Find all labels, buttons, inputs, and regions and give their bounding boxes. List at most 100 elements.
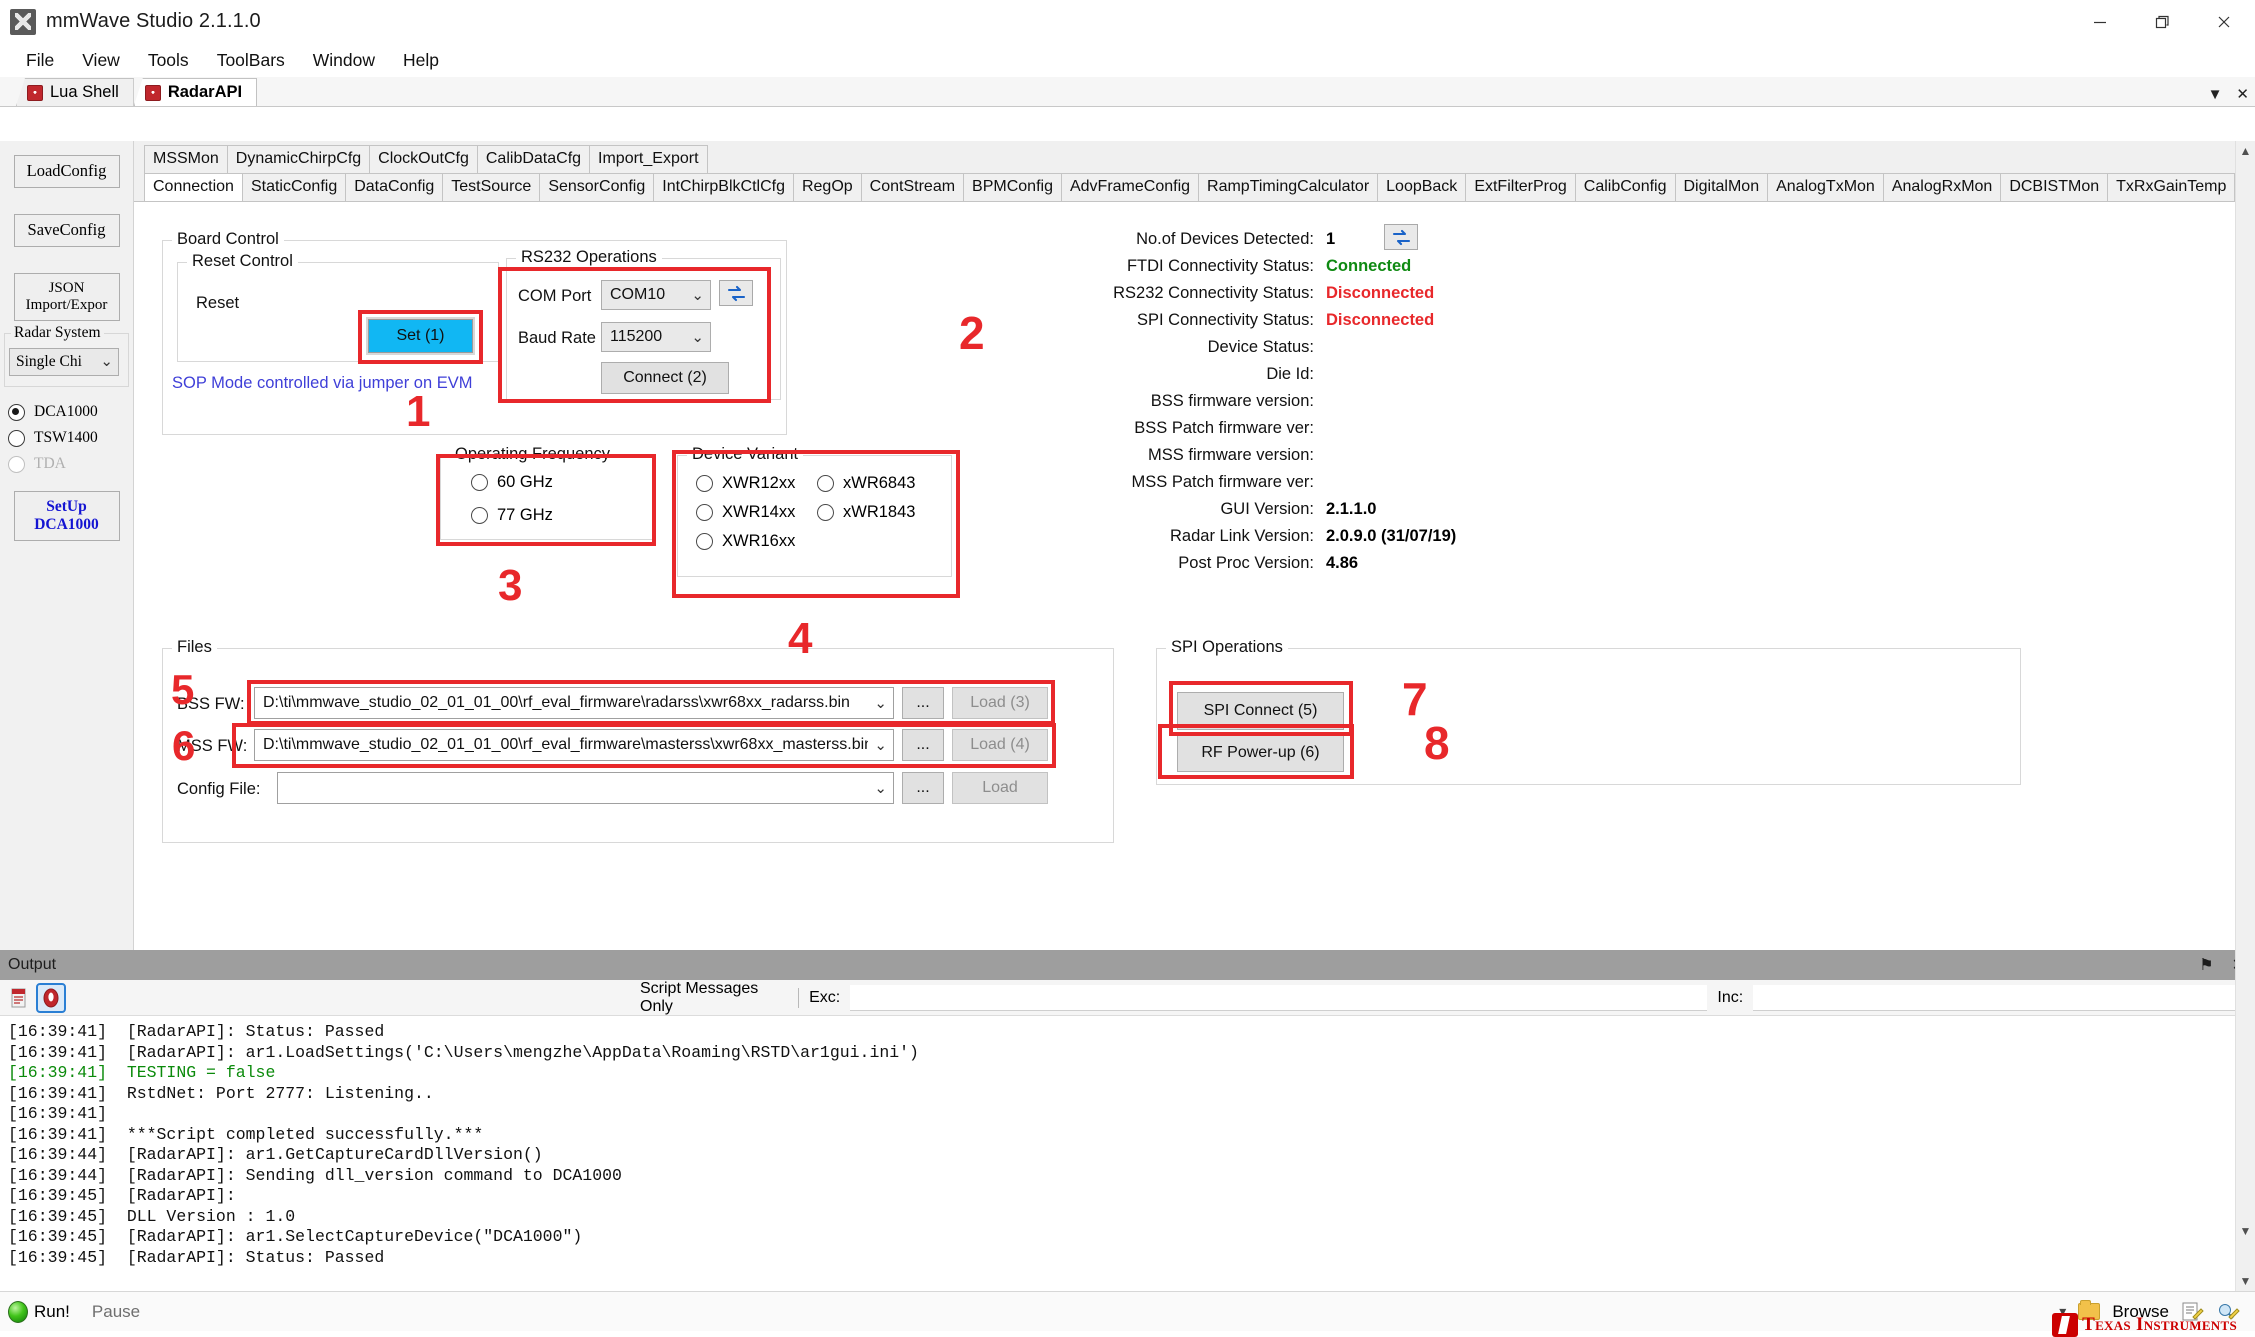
set-button[interactable]: Set (1)	[368, 319, 473, 353]
radar-system-legend: Radar System	[11, 324, 104, 342]
tab-dcbistmon[interactable]: DCBISTMon	[2000, 173, 2108, 201]
tab-analogrxmon[interactable]: AnalogRxMon	[1883, 173, 2002, 201]
capture-device-tsw1400[interactable]: TSW1400	[8, 429, 133, 447]
setup-dca1000-button[interactable]: SetUp DCA1000	[14, 491, 120, 541]
tab-connection[interactable]: Connection	[144, 173, 243, 201]
tab-txrxgaintemp[interactable]: TxRxGainTemp	[2107, 173, 2235, 201]
reset-control-legend: Reset Control	[187, 252, 298, 271]
tab-regop[interactable]: RegOp	[793, 173, 862, 201]
window-title: mmWave Studio 2.1.1.0	[46, 10, 261, 33]
chevron-down-icon: ⌄	[691, 330, 704, 345]
tab-bpmconfig[interactable]: BPMConfig	[963, 173, 1062, 201]
device-variant-xwr14xx[interactable]: XWR14xx	[696, 503, 795, 522]
baud-rate-select[interactable]: 115200 ⌄	[601, 322, 711, 352]
tab-calibdatacfg[interactable]: CalibDataCfg	[477, 145, 590, 173]
pause-button[interactable]: Pause	[80, 1295, 152, 1329]
output-log[interactable]: [16:39:41] [RadarAPI]: Status: Passed [1…	[0, 1016, 2235, 1291]
device-variant-xwr16xx[interactable]: XWR16xx	[696, 532, 795, 551]
frequency-option-77ghz[interactable]: 77 GHz	[471, 506, 553, 525]
tab-extfilterprog[interactable]: ExtFilterProg	[1465, 173, 1575, 201]
script-messages-filter-icon[interactable]	[38, 985, 64, 1011]
scroll-up-icon[interactable]: ▲	[2240, 141, 2252, 161]
json-import-export-button[interactable]: JSON Import/Expor	[14, 273, 120, 322]
device-variant-xwr1843[interactable]: xWR1843	[817, 503, 915, 522]
status-label: No.of Devices Detected:	[1136, 230, 1314, 249]
tab-contstream[interactable]: ContStream	[861, 173, 964, 201]
frequency-option-60ghz[interactable]: 60 GHz	[471, 473, 553, 492]
tab-ramptimingcalculator[interactable]: RampTimingCalculator	[1198, 173, 1378, 201]
menu-file[interactable]: File	[12, 46, 68, 75]
tab-dataconfig[interactable]: DataConfig	[345, 173, 443, 201]
mss-fw-path-combo[interactable]: D:\ti\mmwave_studio_02_01_01_00\rf_eval_…	[254, 729, 894, 761]
tab-close-icon[interactable]: ✕	[2236, 85, 2249, 103]
device-variant-xwr12xx[interactable]: XWR12xx	[696, 474, 795, 493]
tab-calibconfig[interactable]: CalibConfig	[1575, 173, 1676, 201]
tab-staticconfig[interactable]: StaticConfig	[242, 173, 346, 201]
output-filter-row: Script Messages Only Exc: Inc:	[640, 980, 2255, 1016]
bss-fw-browse-button[interactable]: ...	[902, 687, 944, 719]
api-tab-row-1: MSSMon DynamicChirpCfg ClockOutCfg Calib…	[138, 145, 2255, 173]
bss-fw-label: BSS FW:	[177, 695, 245, 714]
connect-button[interactable]: Connect (2)	[601, 362, 729, 394]
minimize-button[interactable]	[2069, 0, 2131, 43]
include-input[interactable]	[1753, 985, 2255, 1011]
clear-log-icon[interactable]	[6, 985, 32, 1011]
config-file-load-button[interactable]: Load	[952, 772, 1048, 804]
tab-sensorconfig[interactable]: SensorConfig	[539, 173, 654, 201]
baud-rate-label: Baud Rate	[518, 329, 596, 348]
exclude-input[interactable]	[850, 985, 1707, 1011]
menu-help[interactable]: Help	[389, 46, 453, 75]
save-config-button[interactable]: SaveConfig	[14, 214, 120, 247]
tab-list-dropdown-icon[interactable]: ▼	[2208, 86, 2223, 103]
tab-loopback[interactable]: LoopBack	[1377, 173, 1466, 201]
tab-testsource[interactable]: TestSource	[442, 173, 540, 201]
doc-tab-radarapi[interactable]: RadarAPI	[134, 78, 257, 106]
doc-tab-lua-shell[interactable]: Lua Shell	[16, 78, 134, 106]
device-variant-xwr6843[interactable]: xWR6843	[817, 474, 915, 493]
refresh-com-ports-button[interactable]	[719, 280, 753, 306]
com-port-select[interactable]: COM10 ⌄	[601, 280, 711, 310]
capture-device-dca1000[interactable]: DCA1000	[8, 403, 133, 421]
menu-tools[interactable]: Tools	[134, 46, 203, 75]
status-label: Device Status:	[1208, 338, 1314, 357]
spi-connect-button[interactable]: SPI Connect (5)	[1177, 692, 1344, 730]
close-button[interactable]	[2193, 0, 2255, 43]
document-tab-bar: Lua Shell RadarAPI ▼ ✕	[0, 77, 2255, 107]
ti-brand-logo: Texas Instruments	[2052, 1313, 2237, 1337]
radio-icon	[817, 475, 834, 492]
gui-version-value: 2.1.1.0	[1326, 500, 1376, 519]
rf-powerup-button[interactable]: RF Power-up (6)	[1177, 734, 1344, 772]
tab-analogtxmon[interactable]: AnalogTxMon	[1767, 173, 1884, 201]
tab-digitalmon[interactable]: DigitalMon	[1675, 173, 1769, 201]
tab-advframeconfig[interactable]: AdvFrameConfig	[1061, 173, 1199, 201]
tab-import-export[interactable]: Import_Export	[589, 145, 707, 173]
pin-icon[interactable]: ⚑	[2199, 955, 2213, 975]
menu-toolbars[interactable]: ToolBars	[203, 46, 299, 75]
radar-system-group: Radar System Single Chi ⌄	[4, 333, 129, 387]
mss-fw-load-button[interactable]: Load (4)	[952, 729, 1048, 761]
refresh-devices-button[interactable]	[1384, 224, 1418, 250]
config-file-path-combo[interactable]: ⌄	[277, 772, 894, 804]
maximize-restore-button[interactable]	[2131, 0, 2193, 43]
tab-clockoutcfg[interactable]: ClockOutCfg	[369, 145, 478, 173]
scroll-down-icon[interactable]: ▼	[2240, 1221, 2252, 1241]
menu-window[interactable]: Window	[299, 46, 389, 75]
radar-system-value: Single Chi	[16, 353, 82, 371]
mss-fw-browse-button[interactable]: ...	[902, 729, 944, 761]
load-config-button[interactable]: LoadConfig	[14, 155, 120, 188]
tab-intchirpblkctlcfg[interactable]: IntChirpBlkCtlCfg	[653, 173, 794, 201]
bss-fw-path-combo[interactable]: D:\ti\mmwave_studio_02_01_01_00\rf_eval_…	[254, 687, 894, 719]
menu-view[interactable]: View	[68, 46, 134, 75]
bss-fw-load-button[interactable]: Load (3)	[952, 687, 1048, 719]
tab-dynamicchirpcfg[interactable]: DynamicChirpCfg	[227, 145, 370, 173]
chevron-down-icon: ⌄	[100, 355, 113, 370]
mss-fw-path-value: D:\ti\mmwave_studio_02_01_01_00\rf_eval_…	[263, 736, 868, 754]
config-file-browse-button[interactable]: ...	[902, 772, 944, 804]
tabregion-vertical-scrollbar[interactable]: ▲ ▼	[2235, 141, 2255, 1241]
scroll-down-icon[interactable]: ▼	[2240, 1271, 2252, 1291]
run-button[interactable]: Run!	[0, 1295, 80, 1329]
window-controls	[2069, 0, 2255, 43]
log-line: [16:39:41] [RadarAPI]: ar1.LoadSettings(…	[8, 1043, 2235, 1064]
tab-mssmon[interactable]: MSSMon	[144, 145, 228, 173]
radar-system-select[interactable]: Single Chi ⌄	[9, 348, 119, 376]
